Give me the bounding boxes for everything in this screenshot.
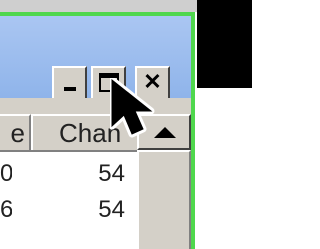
window-border-right[interactable] [191, 12, 195, 249]
mouse-pointer-icon [110, 78, 155, 138]
minimize-icon [64, 87, 76, 91]
table-cell-chan: 54 [98, 196, 125, 223]
table-row[interactable]: 6 54 [0, 192, 137, 228]
window-top-edge [0, 0, 197, 12]
background-black-region [197, 0, 252, 88]
table-cell: 6 [0, 196, 12, 223]
table-body: 0 54 6 54 [0, 152, 137, 249]
table-cell-chan: 54 [98, 160, 125, 187]
table-row[interactable]: 0 54 [0, 156, 137, 192]
table-cell: 0 [0, 160, 12, 187]
column-header[interactable]: e [0, 114, 31, 150]
minimize-button[interactable] [52, 66, 87, 100]
scroll-thumb[interactable] [137, 150, 191, 249]
